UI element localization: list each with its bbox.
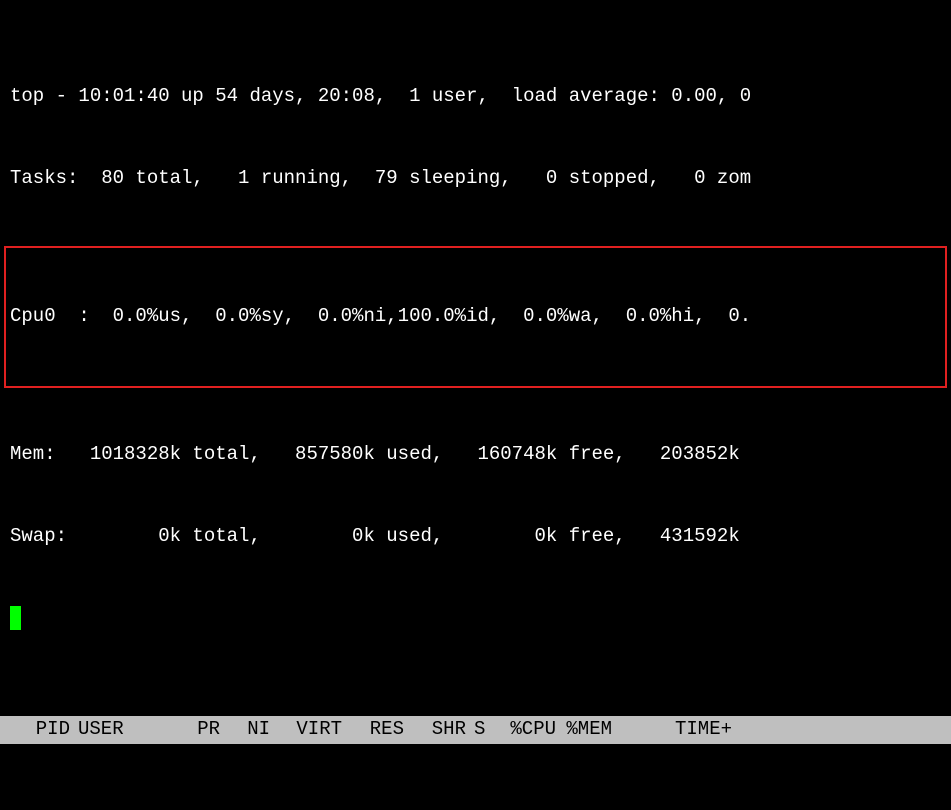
col-pr: PR <box>148 716 220 744</box>
summary-tasks: Tasks: 80 total, 1 running, 79 sleeping,… <box>0 165 951 193</box>
col-ni: NI <box>220 716 270 744</box>
terminal-output[interactable]: top - 10:01:40 up 54 days, 20:08, 1 user… <box>0 0 951 810</box>
summary-uptime: top - 10:01:40 up 54 days, 20:08, 1 user… <box>0 83 951 111</box>
col-user: USER <box>70 716 148 744</box>
col-pid: PID <box>10 716 70 744</box>
terminal-cursor <box>10 606 21 630</box>
col-s: S <box>466 716 500 744</box>
summary-swap: Swap: 0k total, 0k used, 0k free, 431592… <box>0 523 951 551</box>
col-virt: VIRT <box>270 716 342 744</box>
col-res: RES <box>342 716 404 744</box>
col-time: TIME+ <box>612 716 732 744</box>
col-cpu: %CPU <box>500 716 556 744</box>
col-shr: SHR <box>404 716 466 744</box>
summary-mem: Mem: 1018328k total, 857580k used, 16074… <box>0 441 951 469</box>
process-table-header: PID USER PR NI VIRT RES SHR S %CPU %MEM … <box>0 716 951 744</box>
summary-cpu: Cpu0 : 0.0%us, 0.0%sy, 0.0%ni,100.0%id, … <box>10 303 941 331</box>
cpu-highlight-annotation: Cpu0 : 0.0%us, 0.0%sy, 0.0%ni,100.0%id, … <box>4 246 947 388</box>
col-mem: %MEM <box>556 716 612 744</box>
